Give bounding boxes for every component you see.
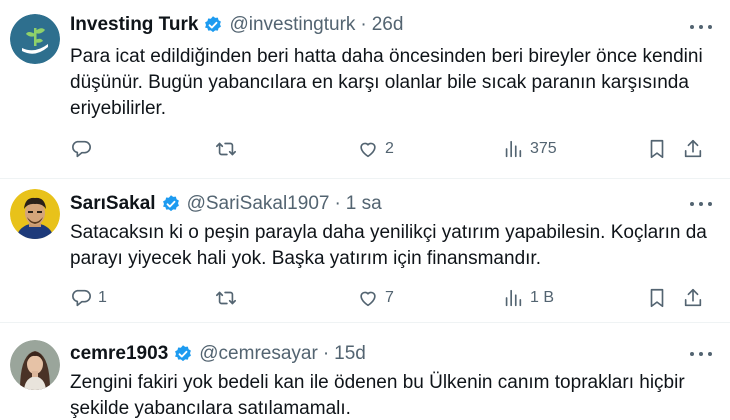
retweet-button[interactable]	[215, 285, 243, 311]
tweet-text-line: düşünür. Bugün yabancılara en karşı olan…	[70, 72, 689, 93]
reply-count: 1	[98, 289, 107, 306]
views-count: 1 B	[530, 289, 555, 306]
views-chart-icon	[505, 289, 522, 307]
views-count: 375	[530, 140, 557, 157]
tweet-header: Investing Turk @investingturk · 26d	[70, 14, 403, 36]
retweet-button[interactable]	[215, 136, 243, 162]
like-count: 2	[385, 140, 394, 157]
separator-dot: ·	[334, 193, 341, 214]
avatar-image-icon	[10, 340, 60, 390]
user-handle[interactable]: @cemresayar	[199, 343, 318, 365]
separator-dot: ·	[360, 14, 367, 35]
reply-button[interactable]: 1	[70, 285, 107, 311]
verified-badge-icon[interactable]	[161, 194, 181, 214]
share-icon	[684, 139, 702, 158]
share-button[interactable]	[682, 285, 704, 311]
retweet-icon	[216, 291, 236, 305]
heart-icon	[360, 142, 376, 158]
investing-logo-icon	[10, 14, 60, 64]
tweet-text-line: şekilde yabancılara satılamamalı.	[70, 398, 351, 419]
avatar[interactable]	[10, 189, 60, 239]
tweet-header: cemre1903 @cemresayar · 15d	[70, 343, 366, 365]
avatar[interactable]	[10, 340, 60, 390]
bookmark-button[interactable]	[646, 136, 668, 162]
bookmark-button[interactable]	[646, 285, 668, 311]
verified-badge-icon[interactable]	[203, 15, 223, 35]
tweet[interactable]: Investing Turk @investingturk · 26d Para…	[0, 0, 730, 180]
more-options-icon[interactable]	[690, 201, 712, 207]
tweet[interactable]: SarıSakal @SariSakal1907 · 1 sa Satacaks…	[0, 179, 730, 322]
heart-icon	[360, 291, 376, 307]
tweet-text: Zengini fakiri yok bedeli kan ile ödenen…	[70, 370, 720, 420]
tweet-text-line: parayı yiyecek hali yok. Başka yatırım i…	[70, 248, 541, 269]
display-name[interactable]: cemre1903	[70, 343, 168, 365]
timestamp[interactable]: 26d	[372, 14, 404, 36]
tweet-text-line: Satacaksın ki o peşin parayla daha yenil…	[70, 222, 707, 243]
retweet-icon	[216, 142, 236, 156]
tweet-text: Para icat edildiğinden beri hatta daha ö…	[70, 44, 720, 122]
tweet-text-line: eriyebilirler.	[70, 98, 167, 119]
timestamp[interactable]: 15d	[334, 343, 366, 365]
reply-icon	[72, 289, 91, 307]
bookmark-icon	[650, 288, 664, 308]
avatar-image-icon	[10, 189, 60, 239]
views-chart-icon	[505, 140, 522, 158]
display-name[interactable]: Investing Turk	[70, 14, 198, 36]
tweet-text-line: Zengini fakiri yok bedeli kan ile ödenen…	[70, 372, 685, 393]
tweet-actions: 2 375	[70, 136, 710, 162]
timestamp[interactable]: 1 sa	[346, 193, 382, 215]
share-icon	[684, 288, 702, 307]
more-options-icon[interactable]	[690, 351, 712, 357]
tweet-header: SarıSakal @SariSakal1907 · 1 sa	[70, 193, 382, 215]
reply-icon	[72, 140, 91, 158]
like-button[interactable]: 7	[357, 285, 394, 311]
tweet-text: Satacaksın ki o peşin parayla daha yenil…	[70, 220, 720, 272]
user-handle[interactable]: @investingturk	[229, 14, 355, 36]
like-count: 7	[385, 289, 394, 306]
bookmark-icon	[650, 139, 664, 159]
verified-badge-icon[interactable]	[173, 344, 193, 364]
views-button[interactable]: 375	[502, 136, 557, 162]
reply-button[interactable]	[70, 136, 98, 162]
more-options-icon[interactable]	[690, 24, 712, 30]
avatar[interactable]	[10, 14, 60, 64]
display-name[interactable]: SarıSakal	[70, 193, 156, 215]
tweet-actions: 1 7 1 B	[70, 285, 710, 311]
separator-dot: ·	[322, 343, 330, 364]
tweet-text-line: Para icat edildiğinden beri hatta daha ö…	[70, 46, 703, 67]
share-button[interactable]	[682, 136, 704, 162]
tweet[interactable]: cemre1903 @cemresayar · 15d Zengini faki…	[0, 323, 730, 420]
user-handle[interactable]: @SariSakal1907	[187, 193, 330, 215]
like-button[interactable]: 2	[357, 136, 394, 162]
views-button[interactable]: 1 B	[502, 285, 554, 311]
